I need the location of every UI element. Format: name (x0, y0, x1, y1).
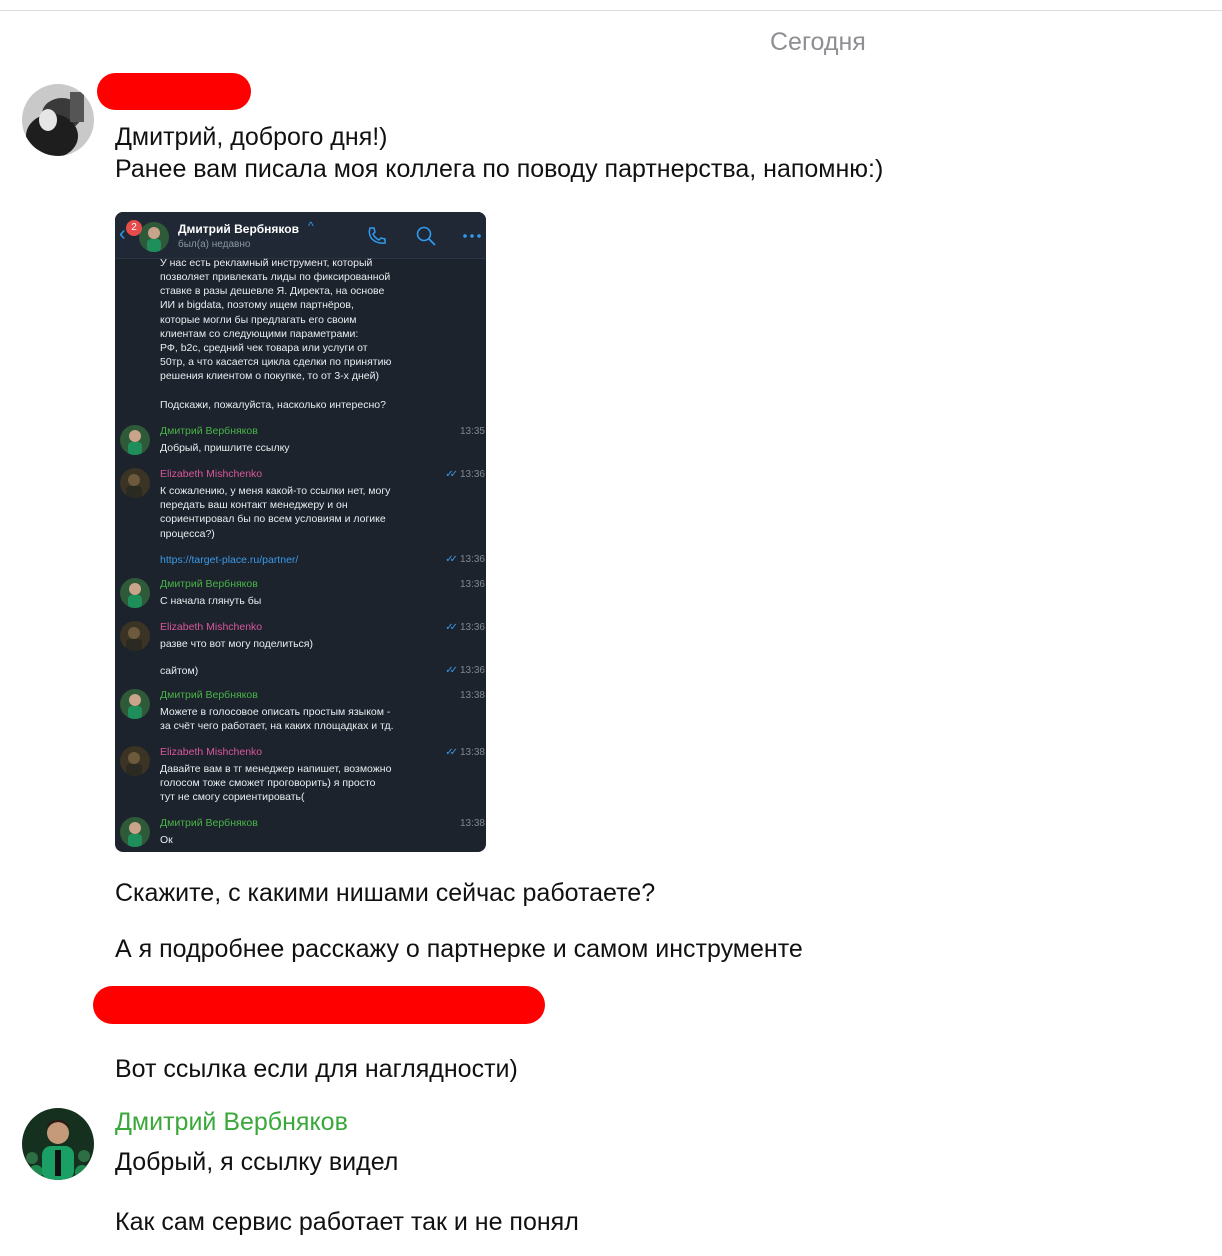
screenshot-text-line: Ок (160, 834, 173, 846)
sender-name: Дмитрий Вербняков (160, 578, 258, 590)
dmitry-avatar (120, 578, 150, 608)
screenshot-text-line: голосом тоже сможет проговорить) я прост… (160, 777, 376, 789)
message-time: 13:36 (459, 622, 485, 633)
dmitry-avatar (120, 817, 150, 847)
attached-screenshot[interactable]: ‹ 2 Дмитрий Вербняков ^ был(а) недавно У… (115, 212, 486, 852)
elizabeth-avatar (120, 746, 150, 776)
read-check-icon: ✓✓ (445, 665, 458, 676)
screenshot-text-line: сориентировал бы по всем условиям и логи… (160, 513, 386, 525)
read-check-icon: ✓✓ (445, 622, 458, 633)
screenshot-text-line: передать ваш контакт менеджеру и он (160, 499, 348, 511)
sender-name: Дмитрий Вербняков (160, 689, 258, 701)
screenshot-text-line: процесса?) (160, 528, 215, 540)
screenshot-text-line: Подскажи, пожалуйста, насколько интересн… (160, 399, 386, 411)
screenshot-text-line: разве что вот могу поделиться) (160, 638, 313, 650)
elizabeth-avatar (120, 621, 150, 651)
screenshot-text-line: ставке в разы дешевле Я. Директа, на осн… (160, 285, 385, 297)
screenshot-text-line: ИИ и bigdata, поэтому ищем партнёров, (160, 299, 354, 311)
message-time: 13:38 (459, 818, 485, 829)
screenshot-text-line: К сожалению, у меня какой-то ссылки нет,… (160, 485, 391, 497)
contact-avatar (139, 222, 169, 252)
contact-name: Дмитрий Вербняков (178, 222, 299, 236)
read-check-icon: ✓✓ (445, 469, 458, 480)
screenshot-text-line: Можете в голосовое описать простым языко… (160, 706, 391, 718)
message-line: Вот ссылка если для наглядности) (115, 1055, 518, 1083)
reply-sender-name[interactable]: Дмитрий Вербняков (115, 1108, 348, 1137)
contact-status: был(а) недавно (178, 239, 251, 250)
search-icon (416, 226, 436, 246)
screenshot-text-line: 50тр, а что касается цикла сделки по при… (160, 356, 392, 368)
message-line: Ранее вам писала моя коллега по поводу п… (115, 155, 884, 183)
sender-name: Дмитрий Вербняков (160, 817, 258, 829)
redacted-sender-name (97, 73, 251, 110)
sender-avatar[interactable] (22, 84, 94, 156)
sender-name: Elizabeth Mishchenko (160, 468, 263, 480)
screenshot-text-line: тут не смогу сориентировать( (160, 791, 305, 803)
message-time: 13:36 (459, 665, 485, 676)
screenshot-text-line: позволяет привлекать лиды по фиксированн… (160, 271, 391, 283)
screenshot-text-line: Давайте вам в тг менеджер напишет, возмо… (160, 763, 392, 775)
message-time: 13:36 (459, 469, 485, 480)
phone-icon (368, 227, 386, 244)
message-line: Добрый, я ссылку видел (115, 1148, 399, 1176)
screenshot-text-line: С начала глянуть бы (160, 595, 262, 607)
read-check-icon: ✓✓ (445, 554, 458, 565)
elizabeth-avatar (120, 468, 150, 498)
unread-badge: 2 (126, 220, 142, 236)
message-line: А я подробнее расскажу о партнерке и сам… (115, 935, 803, 963)
caret-up-icon: ^ (308, 219, 314, 233)
screenshot-text-line: решения клиентом о покупке, то от 3-х дн… (160, 370, 379, 382)
more-icon (463, 234, 481, 238)
sender-name: Elizabeth Mishchenko (160, 621, 263, 633)
top-divider (0, 10, 1222, 11)
screenshot-text-line: У нас есть рекламный инструмент, который (160, 257, 373, 269)
screenshot-header: ‹ 2 Дмитрий Вербняков ^ был(а) недавно (115, 212, 486, 259)
message-time: 13:38 (459, 690, 485, 701)
screenshot-text-line: которые могли бы предлагать его своим (160, 314, 357, 326)
sender-name: Elizabeth Mishchenko (160, 746, 263, 758)
message-time: 13:35 (459, 426, 485, 437)
dmitry-avatar (120, 425, 150, 455)
message-time: 13:36 (459, 554, 485, 565)
message-line: Как сам сервис работает так и не понял (115, 1208, 579, 1236)
message-time: 13:38 (459, 747, 485, 758)
back-icon: ‹ (119, 223, 126, 245)
partner-link[interactable]: https://target-place.ru/partner/ (160, 553, 298, 567)
sender-avatar[interactable] (22, 1108, 94, 1180)
redacted-content (93, 986, 545, 1024)
screenshot-text-line: клиентам со следующими параметрами: (160, 328, 359, 340)
dmitry-avatar (120, 689, 150, 719)
message-time: 13:36 (459, 579, 485, 590)
screenshot-text-line: РФ, b2c, средний чек товара или услуги о… (160, 342, 368, 354)
message-line: Дмитрий, доброго дня!) (115, 123, 388, 151)
screenshot-text-line: за счёт чего работает, на каких площадка… (160, 720, 394, 732)
screenshot-text-line: сайтом) (160, 665, 199, 677)
message-line: Скажите, с какими нишами сейчас работает… (115, 879, 656, 907)
screenshot-text-line: Добрый, пришлите ссылку (160, 442, 290, 454)
date-separator: Сегодня (770, 28, 866, 56)
sender-name: Дмитрий Вербняков (160, 425, 258, 437)
read-check-icon: ✓✓ (445, 747, 458, 758)
